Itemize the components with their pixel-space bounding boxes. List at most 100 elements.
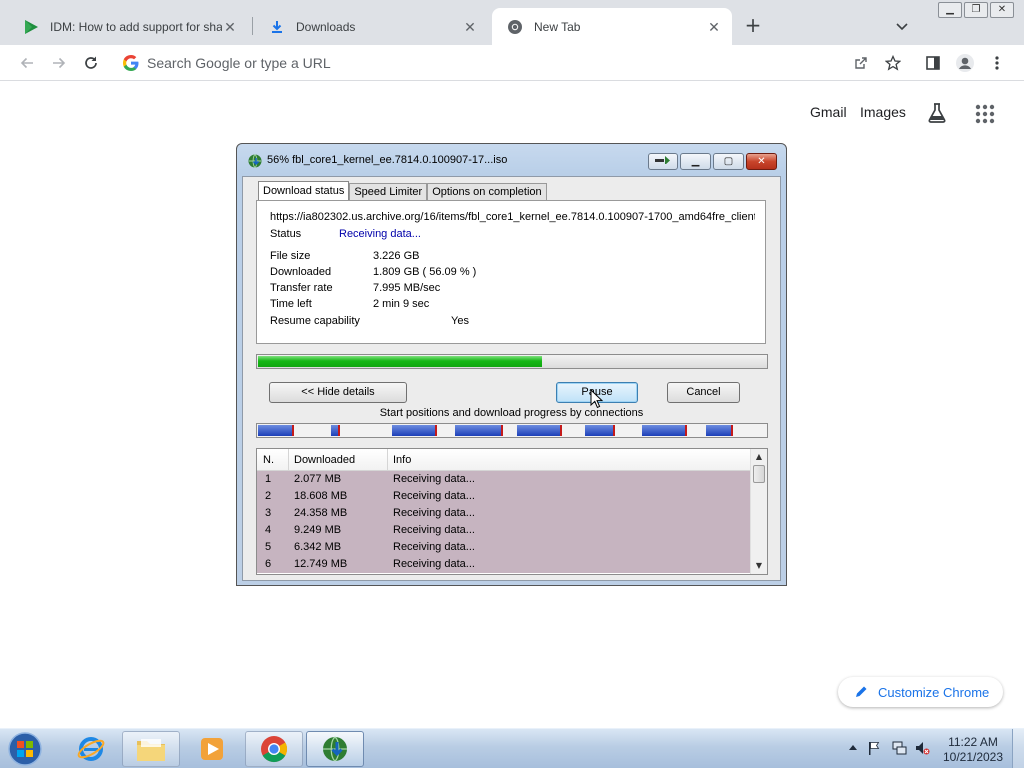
download-url: https://ia802302.us.archive.org/16/items… — [270, 211, 755, 223]
close-window-button[interactable]: ✕ — [990, 2, 1014, 18]
minimize-button[interactable]: ▁ — [938, 2, 962, 18]
system-clock[interactable]: 11:22 AM 10/21/2023 — [940, 735, 1006, 765]
list-item[interactable]: 2 18.608 MB Receiving data... — [257, 488, 750, 505]
profile-icon[interactable] — [955, 53, 975, 73]
tab-idm-support[interactable]: IDM: How to add support for sha ✕ — [8, 8, 248, 45]
connection-segment — [585, 425, 615, 436]
connections-caption: Start positions and download progress by… — [379, 407, 644, 419]
transfer-rate-value: 7.995 MB/sec — [373, 282, 441, 294]
column-header-info[interactable]: Info — [393, 454, 411, 466]
list-item[interactable]: 5 6.342 MB Receiving data... — [257, 539, 750, 556]
connection-segment — [706, 425, 733, 436]
volume-muted-icon[interactable] — [914, 740, 930, 756]
connections-rows: 1 2.077 MB Receiving data... 2 18.608 MB Rec… — [257, 471, 750, 573]
google-icon — [122, 54, 140, 72]
apps-grid-icon[interactable] — [975, 104, 995, 124]
time-left-value: 2 min 9 sec — [373, 298, 430, 310]
column-header-downloaded[interactable]: Downloaded — [294, 454, 355, 466]
idm-icon[interactable] — [306, 731, 364, 767]
mouse-cursor-icon — [590, 389, 604, 409]
close-icon[interactable]: ✕ — [706, 19, 722, 35]
file-size-value: 3.226 GB — [373, 250, 420, 262]
idm-tab-bar: Download status Speed Limiter Options on… — [258, 181, 547, 201]
tab-speed-limiter[interactable]: Speed Limiter — [349, 183, 428, 201]
connections-list-header: N. Downloaded Info — [257, 449, 750, 471]
restore-button[interactable]: ❐ — [964, 2, 988, 18]
network-icon[interactable] — [891, 740, 907, 756]
connection-segment — [455, 425, 503, 436]
tab-options-on-completion[interactable]: Options on completion — [427, 183, 547, 201]
list-item[interactable]: 6 12.749 MB Receiving data... — [257, 556, 750, 573]
connection-segment — [258, 425, 294, 436]
list-item[interactable]: 3 24.358 MB Receiving data... — [257, 505, 750, 522]
file-size-label: File size — [270, 250, 311, 262]
scroll-up-icon[interactable]: ▲ — [751, 449, 767, 465]
gmail-link[interactable]: Gmail — [810, 104, 847, 120]
minimize-to-tray-button[interactable] — [648, 153, 678, 170]
scroll-thumb[interactable] — [753, 465, 765, 483]
customize-chrome-button[interactable]: Customize Chrome — [838, 677, 1003, 707]
start-button[interactable] — [5, 731, 45, 767]
tab-new-tab[interactable]: New Tab ✕ — [492, 8, 732, 45]
new-tab-button[interactable]: + — [743, 15, 763, 36]
forward-icon[interactable] — [49, 53, 69, 73]
connection-segment — [392, 425, 437, 436]
chevron-down-icon[interactable] — [894, 18, 910, 34]
list-item[interactable]: 4 9.249 MB Receiving data... — [257, 522, 750, 539]
star-icon[interactable] — [883, 53, 903, 73]
labs-icon[interactable] — [926, 102, 948, 124]
column-divider — [288, 449, 289, 471]
close-icon[interactable]: ✕ — [222, 19, 238, 35]
connection-segment — [642, 425, 687, 436]
reload-icon[interactable] — [81, 53, 101, 73]
hide-details-button[interactable]: << Hide details — [269, 382, 407, 403]
idm-globe-icon — [247, 153, 263, 169]
taskbar: 11:22 AM 10/21/2023 — [0, 728, 1024, 768]
omnibox-placeholder: Search Google or type a URL — [147, 55, 331, 71]
tab-separator — [252, 17, 253, 35]
tab-download-status[interactable]: Download status — [258, 181, 350, 201]
media-player-icon[interactable] — [183, 731, 241, 767]
chrome-icon — [506, 18, 524, 36]
idm-maximize-button[interactable]: ▢ — [713, 153, 744, 170]
downloaded-label: Downloaded — [270, 266, 332, 278]
side-panel-icon[interactable] — [923, 53, 943, 73]
download-progress-bar — [256, 354, 768, 369]
address-bar[interactable]: Search Google or type a URL — [116, 49, 916, 77]
column-divider — [387, 449, 388, 471]
menu-icon[interactable] — [987, 53, 1007, 73]
column-header-n[interactable]: N. — [263, 454, 274, 466]
list-scrollbar[interactable]: ▲ ▼ — [750, 449, 767, 574]
chrome-icon[interactable] — [245, 731, 303, 767]
tab-title: Downloads — [296, 19, 356, 34]
idm-close-button[interactable]: ✕ — [746, 153, 777, 170]
downloaded-value: 1.809 GB ( 56.09 % ) — [373, 266, 477, 278]
clock-time: 11:22 AM — [948, 735, 998, 749]
resume-capability-label: Resume capability — [270, 315, 360, 327]
idm-title: 56% fbl_core1_kernel_ee.7814.0.100907-17… — [267, 154, 508, 166]
download-icon — [268, 18, 286, 36]
action-center-flag-icon[interactable] — [866, 740, 882, 756]
share-icon[interactable] — [851, 53, 871, 73]
list-item[interactable]: 1 2.077 MB Receiving data... — [257, 471, 750, 488]
idm-title-bar[interactable]: 56% fbl_core1_kernel_ee.7814.0.100907-17… — [237, 144, 786, 176]
show-desktop-button[interactable] — [1012, 729, 1024, 768]
file-explorer-icon[interactable] — [122, 731, 180, 767]
scroll-down-icon[interactable]: ▼ — [751, 558, 767, 574]
images-link[interactable]: Images — [860, 104, 906, 120]
internet-explorer-icon[interactable] — [62, 731, 120, 767]
tab-strip: IDM: How to add support for sha ✕ Downlo… — [0, 0, 1024, 45]
idm-minimize-button[interactable]: ▁ — [680, 153, 711, 170]
connection-segment — [331, 425, 340, 436]
window-controls: ▁ ❐ ✕ — [938, 2, 1014, 18]
cancel-button[interactable]: Cancel — [667, 382, 740, 403]
connections-list: N. Downloaded Info 1 2.077 MB Receiving da… — [256, 448, 768, 575]
clock-date: 10/21/2023 — [942, 750, 1004, 764]
show-hidden-icons[interactable] — [845, 740, 861, 756]
connection-segment — [517, 425, 562, 436]
idm-download-dialog: 56% fbl_core1_kernel_ee.7814.0.100907-17… — [236, 143, 787, 586]
tab-downloads[interactable]: Downloads ✕ — [254, 8, 488, 45]
close-icon[interactable]: ✕ — [462, 19, 478, 35]
back-icon[interactable] — [17, 53, 37, 73]
time-left-label: Time left — [270, 298, 312, 310]
